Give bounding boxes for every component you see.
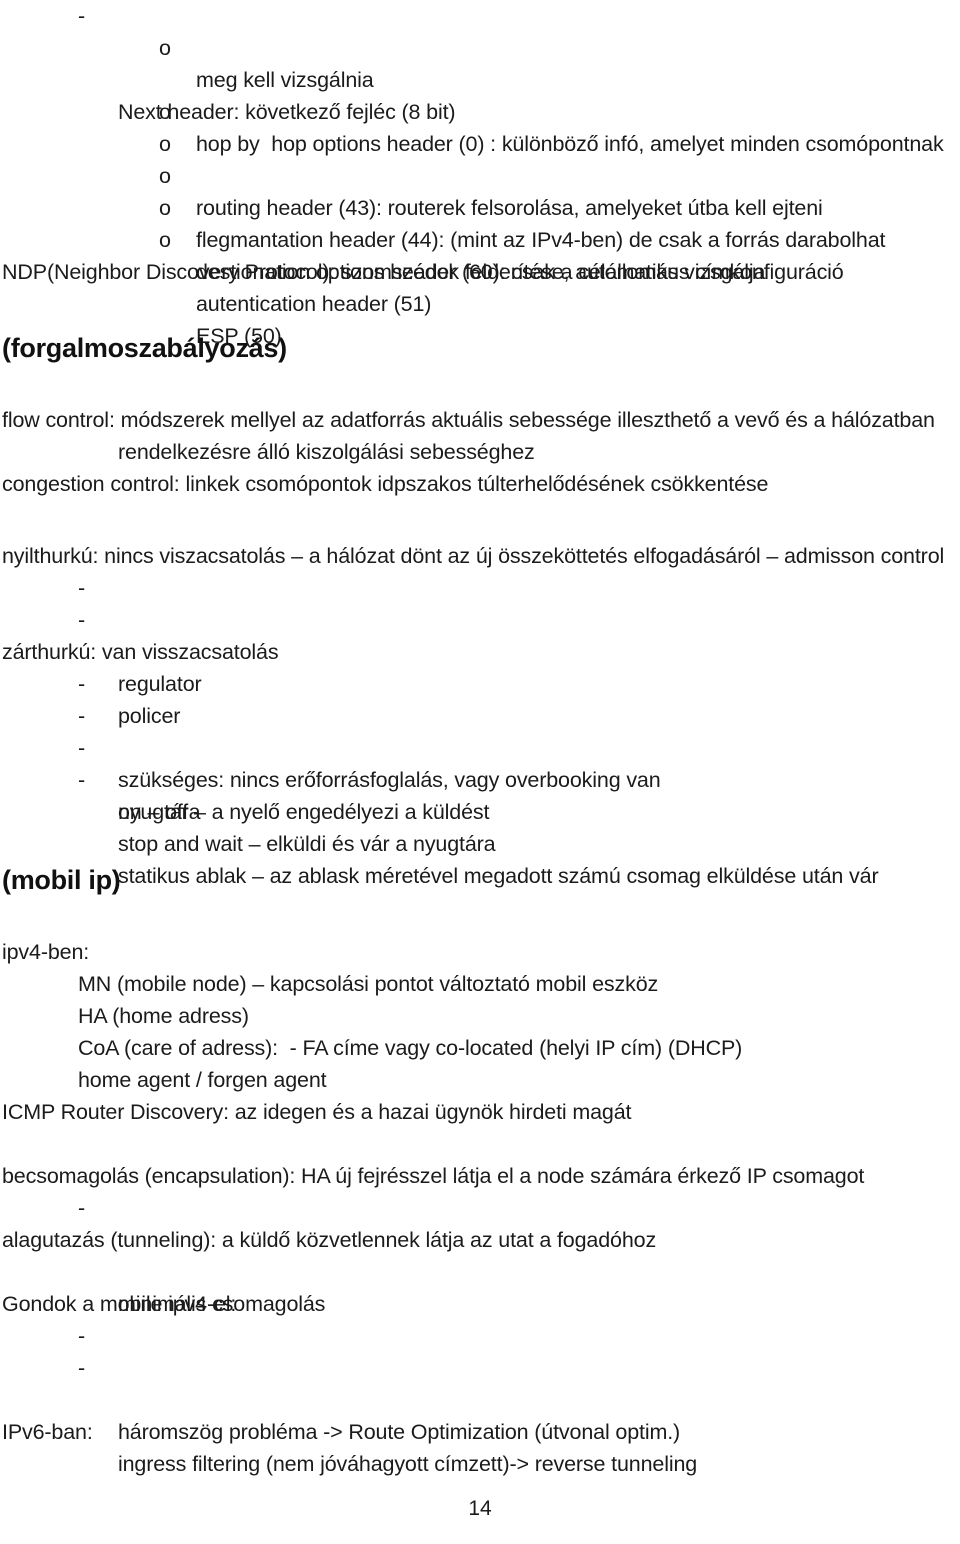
ipv4-item: MN (mobile node) – kapcsolási pontot vál… [78,972,659,996]
ipv4-item: home agent / forgen agent [78,1068,327,1092]
flow-control-line: flow control: módszerek mellyel az adatf… [2,408,935,432]
encapsulation-line: becsomagolás (encapsulation): HA új fejr… [2,1164,865,1188]
tunneling-line: alagutazás (tunneling): a küldő közvetle… [2,1228,657,1252]
list-item: - regulator [0,572,960,696]
circle-marker: o [159,228,171,252]
list-item-label: ingress filtering (nem jóváhagyott címze… [118,1452,698,1476]
dash-marker: - [78,4,86,28]
open-loop-line: nyilthurkú: nincs viszacsatolás – a háló… [2,544,945,568]
closed-loop-line: zárthurkú: van visszacsatolás [2,640,279,664]
ipv4-label: ipv4-ben: [2,940,90,964]
list-item: o autentication header (51) [0,192,960,316]
document-page: - Next header: következő fejléc (8 bit) … [0,0,960,1528]
dash-marker: - [78,1356,86,1380]
ipv4-item: CoA (care of adress): - FA címe vagy co-… [78,1036,743,1060]
flow-control-continuation: rendelkezésre álló kiszolgálási sebesség… [118,440,535,464]
list-item: o ESP (50) [0,224,960,348]
ipv6-label: IPv6-ban: [2,1420,93,1444]
dash-marker: - [78,576,86,600]
dash-marker: - [78,768,86,792]
list-item: o flegmantation header (44): (mint az IP… [0,128,960,252]
ipv4-item: HA (home adress) [78,1004,249,1028]
circle-marker: o [159,196,171,220]
list-item-continuation: nyugtára [118,800,201,824]
circle-marker: o [159,132,171,156]
dash-marker: - [78,672,86,696]
list-item: - Next header: következő fejléc (8 bit) [0,0,960,124]
list-item-continuation: meg kell vizsgálnia [196,68,374,92]
dash-marker: - [78,1324,86,1348]
circle-marker: o [159,164,171,188]
dash-marker: - [78,1196,86,1220]
section-heading-traffic-control: (forgalmoszabályozás) [2,333,287,363]
dash-marker: - [78,736,86,760]
dash-marker: - [78,704,86,728]
list-item: - minimális csomagolás [0,1192,960,1316]
problems-label: Gondok a mobile ipv4-el: [2,1292,237,1316]
list-item: - stop and wait – elküldi és vár a nyugt… [0,732,960,856]
list-item: - ingress filtering (nem jóváhagyott cím… [0,1352,960,1476]
icmp-router-discovery-line: ICMP Router Discovery: az idegen és a ha… [2,1100,632,1124]
section-heading-mobile-ip: (mobil ip) [2,865,121,895]
circle-marker: o [159,100,171,124]
document-body: - Next header: következő fejléc (8 bit) … [0,0,960,1476]
list-item: - háromszög probléma -> Route Optimizati… [0,1320,960,1444]
list-item: - policer [0,604,960,728]
ndp-line: NDP(Neighbor Discovery Protocol): szomsz… [2,260,844,284]
circle-marker: o [159,36,171,60]
list-item: o hop by hop options header (0) : különb… [0,32,960,156]
list-item: o destionation options header (60): csak… [0,160,960,284]
list-item: o routing header (43): routerek felsorol… [0,96,960,220]
dash-marker: - [78,608,86,632]
congestion-control-line: congestion control: linkek csomópontok i… [2,472,769,496]
page-number: 14 [468,1497,492,1520]
list-item: - on – off – a nyelő engedélyezi a küldé… [0,700,960,824]
list-item: - szükséges: nincs erőforrásfoglalás, va… [0,668,960,792]
list-item: - statikus ablak – az ablask méretével m… [0,764,960,888]
